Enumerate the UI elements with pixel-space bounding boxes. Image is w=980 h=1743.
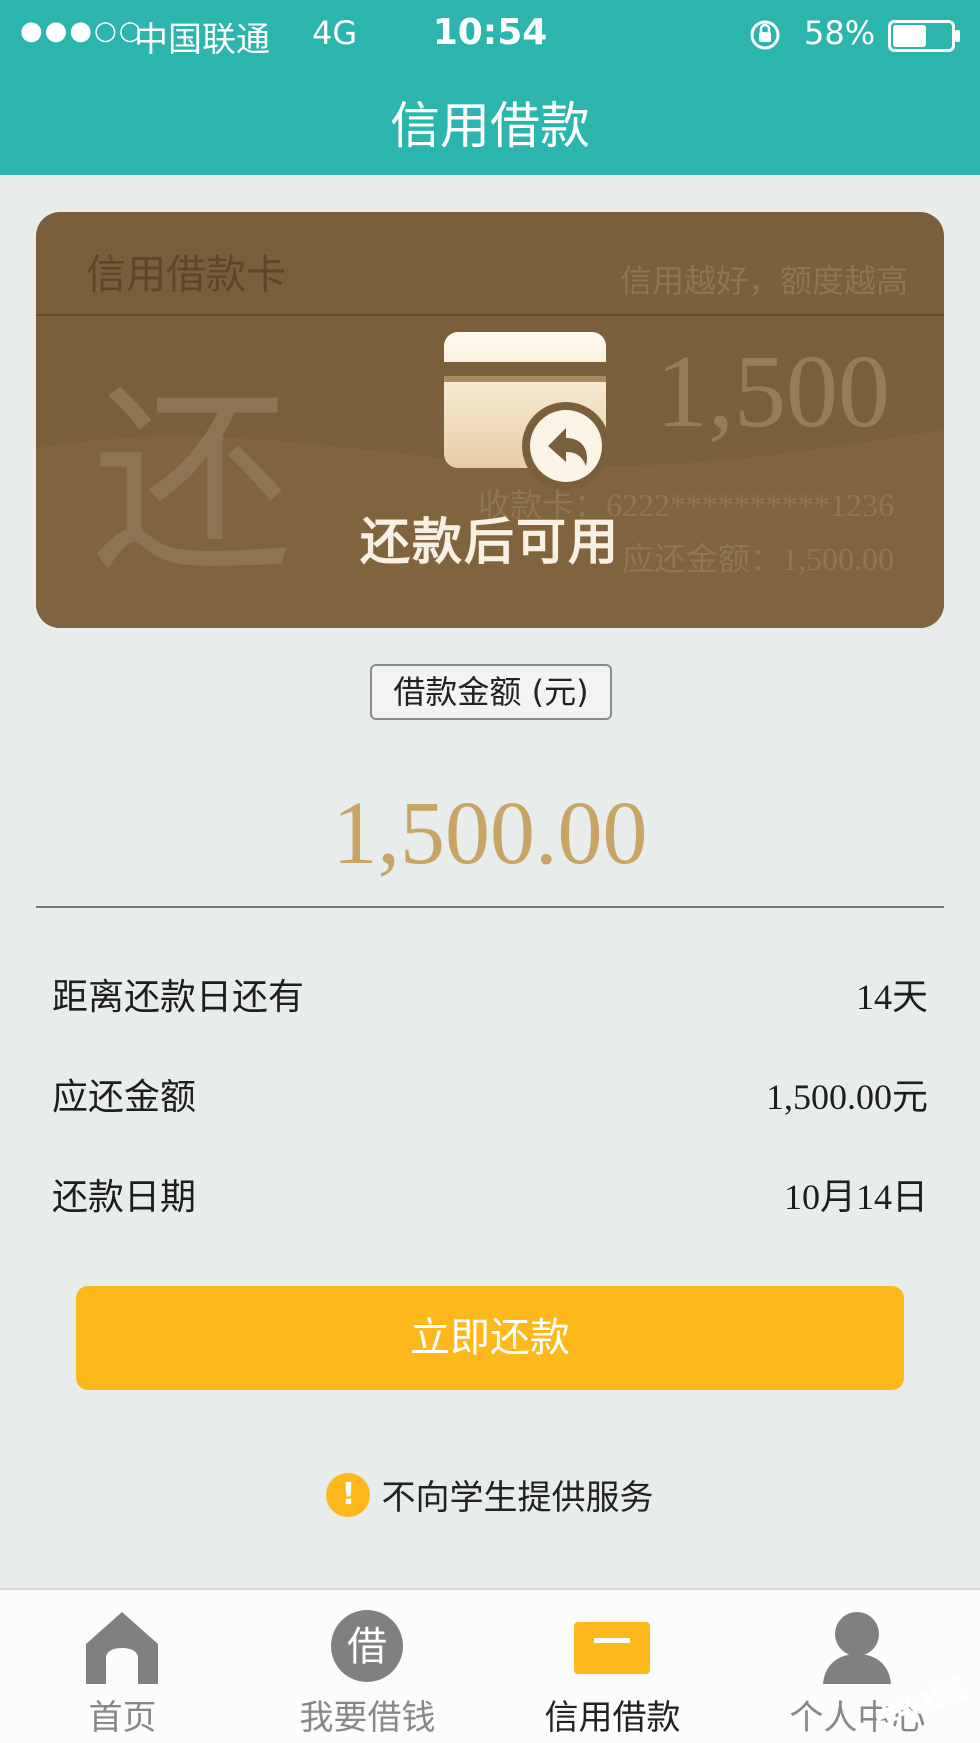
credit-card-icon (574, 1622, 650, 1674)
community-watermark-logo: 卡农社区 (872, 1676, 972, 1732)
card-return-icon (444, 332, 610, 490)
card-title: 信用借款卡 (86, 252, 286, 298)
card-credit-limit: 1,500 (656, 334, 890, 449)
rotation-lock-icon (750, 20, 780, 50)
borrow-icon-glyph: 借 (347, 1624, 387, 1670)
amount-divider (36, 906, 944, 908)
loan-amount-value: 1,500.00 (332, 784, 648, 883)
battery-percentage: 58% (804, 14, 876, 52)
borrow-icon: 借 (331, 1610, 403, 1682)
detail-value: 10月14日 (783, 1177, 928, 1217)
status-bar: ●●●○○ 中国联通 4G 10:54 58% (0, 0, 980, 70)
page-title: 信用借款 (390, 97, 590, 155)
tab-label: 信用借款 (544, 1698, 681, 1738)
days-until-due-row: 距离还款日还有 14天 (52, 968, 928, 1028)
amount-due-row: 应还金额 1,500.00元 (52, 1068, 928, 1128)
loan-amount-label: 借款金额 (元) (370, 664, 612, 720)
home-icon (86, 1612, 158, 1684)
notice-text: 不向学生提供服务 (381, 1478, 654, 1518)
detail-label: 还款日期 (52, 1177, 197, 1218)
user-icon (823, 1612, 891, 1684)
credit-loan-card: 信用借款卡 信用越好，额度越高 还 1,500 收款卡：6222********… (36, 212, 944, 628)
detail-label: 应还金额 (52, 1077, 197, 1118)
student-notice: ! 不向学生提供服务 (0, 1470, 980, 1520)
card-slogan: 信用越好，额度越高 (619, 262, 908, 300)
svg-text:卡农社区: 卡农社区 (872, 1676, 971, 1732)
bottom-tab-bar: 首页 借 我要借钱 信用借款 个人中心 (0, 1588, 980, 1743)
repay-now-button[interactable]: 立即还款 (76, 1286, 904, 1390)
tab-borrow[interactable]: 借 我要借钱 (245, 1590, 490, 1743)
tab-home[interactable]: 首页 (0, 1590, 245, 1743)
tab-label: 首页 (88, 1698, 157, 1738)
detail-value: 1,500.00元 (765, 1077, 928, 1117)
tab-credit-loan[interactable]: 信用借款 (490, 1590, 735, 1743)
app-header: ●●●○○ 中国联通 4G 10:54 58% 信用借款 (0, 0, 980, 175)
battery-icon (888, 20, 960, 52)
detail-value: 14天 (855, 977, 928, 1017)
due-date-row: 还款日期 10月14日 (52, 1168, 928, 1228)
detail-label: 距离还款日还有 (52, 977, 305, 1018)
card-unavailable-text: 还款后可用 (360, 513, 620, 571)
warning-icon: ! (326, 1472, 371, 1517)
tab-label: 我要借钱 (299, 1698, 436, 1738)
